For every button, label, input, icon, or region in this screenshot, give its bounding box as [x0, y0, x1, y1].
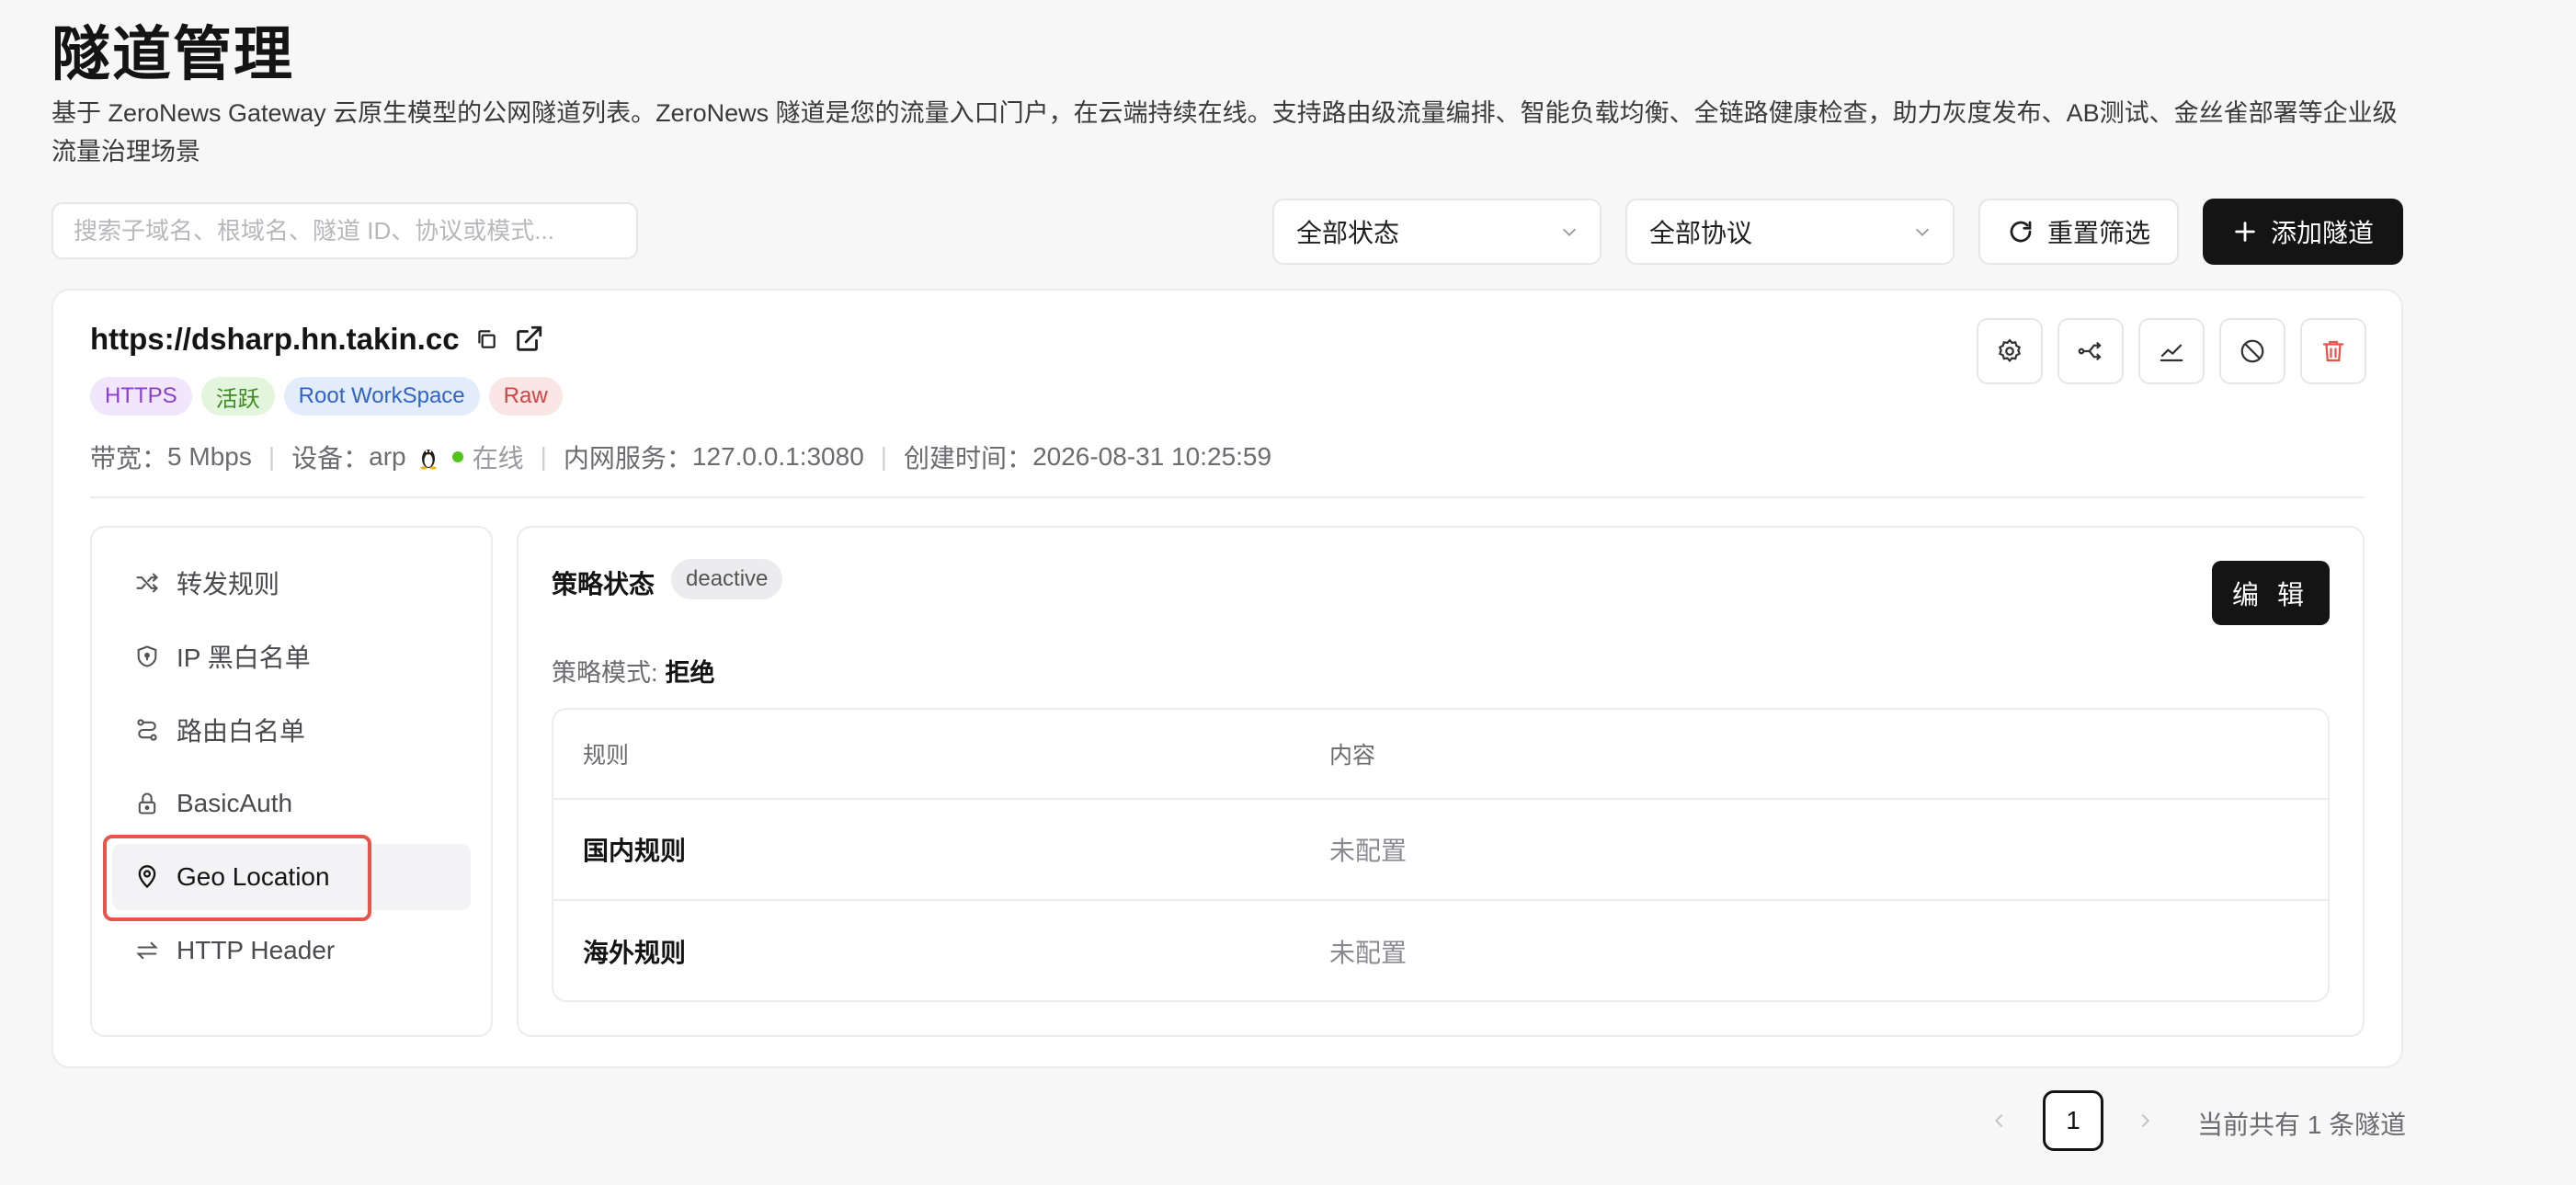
tunnel-url-text: https://dsharp.hn.takin.cc [90, 322, 460, 356]
map-pin-icon [138, 865, 156, 889]
route-button[interactable] [2057, 318, 2124, 384]
chevron-right-icon [2141, 1113, 2150, 1128]
prev-page-button[interactable] [1986, 1102, 2013, 1139]
nav-item-route-whitelist[interactable]: 路由白名单 [112, 697, 471, 763]
rule-name: 海外规则 [583, 939, 687, 967]
chevron-down-icon [1915, 228, 1930, 236]
nav-item-label: HTTP Header [177, 936, 336, 964]
rule-name: 国内规则 [583, 837, 687, 865]
mode-badge: Raw [488, 377, 563, 416]
lock-icon [138, 792, 156, 815]
settings-button[interactable] [1977, 318, 2043, 384]
page-title: 隧道管理 [51, 21, 294, 87]
strategy-status-label: 策略状态 [552, 570, 655, 598]
tunnel-tags: HTTPS 活跃 Root WorkSpace Raw [90, 377, 563, 416]
strategy-mode-value: 拒绝 [665, 659, 715, 687]
strategy-mode-label: 策略模式: [552, 659, 658, 687]
chevron-down-icon [1562, 228, 1577, 236]
nav-item-label: BasicAuth [177, 789, 293, 817]
device-label: 设备： [291, 444, 370, 473]
tunnel-url: https://dsharp.hn.takin.cc [90, 322, 544, 357]
table-header: 规则 内容 [553, 710, 2328, 800]
arrows-icon [136, 941, 158, 960]
plus-icon [2235, 222, 2255, 242]
status-select-value: 全部状态 [1296, 219, 1400, 247]
disable-button[interactable] [2219, 318, 2285, 384]
table-row: 国内规则 未配置 [553, 800, 2328, 901]
online-status-text: 在线 [472, 444, 524, 473]
tunnel-actions [1977, 318, 2366, 384]
online-status-dot [451, 451, 463, 462]
route-icon [137, 719, 157, 741]
route-icon [2078, 342, 2102, 360]
rule-content: 未配置 [1329, 837, 1408, 865]
nav-item-http-header[interactable]: HTTP Header [112, 917, 471, 984]
bandwidth-value: 5 Mbps [167, 442, 252, 471]
tunnel-meta: 带宽： 5 Mbps | 设备： arp 在线 | 内网服务： 127.0.0.… [90, 439, 1271, 475]
nav-item-label: 路由白名单 [177, 717, 306, 746]
geo-rules-table: 规则 内容 国内规则 未配置 海外规则 未配置 [552, 708, 2330, 1002]
shield-icon [137, 645, 157, 667]
delete-icon [2322, 340, 2344, 362]
column-header-rule: 规则 [583, 743, 630, 769]
reset-filter-label: 重置筛选 [2046, 219, 2150, 247]
service-label: 内网服务： [563, 444, 692, 473]
table-row: 海外规则 未配置 [553, 901, 2328, 1000]
shuffle-icon [136, 573, 158, 593]
refresh-icon [2010, 221, 2032, 243]
edit-button[interactable]: 编 辑 [2212, 561, 2330, 625]
metrics-button[interactable] [2138, 318, 2205, 384]
add-tunnel-label: 添加隧道 [2270, 219, 2374, 247]
chevron-left-icon [1994, 1113, 2003, 1128]
nav-item-label: IP 黑白名单 [177, 644, 311, 672]
status-select[interactable]: 全部状态 [1272, 199, 1601, 265]
nav-item-basic-auth[interactable]: BasicAuth [112, 770, 471, 837]
device-value: arp [369, 442, 406, 471]
external-link-icon[interactable] [513, 324, 544, 355]
pagination-total: 当前共有 1 条隧道 [2197, 1111, 2407, 1139]
nav-item-label: Geo Location [177, 862, 330, 891]
search-input[interactable] [51, 202, 638, 259]
created-label: 创建时间： [904, 444, 1033, 473]
page-description: 基于 ZeroNews Gateway 云原生模型的公网隧道列表。ZeroNew… [51, 99, 2398, 165]
bandwidth-label: 带宽： [90, 444, 168, 473]
created-value: 2026-08-31 10:25:59 [1032, 442, 1272, 471]
card-divider [90, 496, 2365, 498]
delete-button[interactable] [2300, 318, 2366, 384]
next-page-button[interactable] [2131, 1102, 2159, 1139]
copy-icon[interactable] [474, 327, 498, 351]
page-number-button[interactable]: 1 [2043, 1090, 2103, 1151]
chart-icon [2160, 344, 2183, 362]
column-header-content: 内容 [1329, 743, 1376, 769]
protocol-badge: HTTPS [90, 377, 192, 416]
settings-icon [1998, 338, 2022, 363]
nav-item-forward-rules[interactable]: 转发规则 [112, 550, 471, 616]
linux-penguin-icon [420, 450, 437, 470]
protocol-select[interactable]: 全部协议 [1625, 199, 1955, 265]
strategy-mode-row: 策略模式: 拒绝 [552, 653, 715, 689]
workspace-badge: Root WorkSpace [283, 377, 480, 416]
protocol-select-value: 全部协议 [1649, 219, 1753, 247]
rule-content: 未配置 [1329, 939, 1408, 967]
strategy-status-badge: deactive [671, 559, 783, 599]
state-badge: 活跃 [200, 377, 275, 416]
disable-icon [2240, 339, 2264, 363]
reset-filter-button[interactable]: 重置筛选 [1978, 199, 2179, 265]
nav-item-geo-location[interactable]: Geo Location [112, 844, 471, 910]
nav-item-ip-list[interactable]: IP 黑白名单 [112, 623, 471, 689]
nav-item-label: 转发规则 [177, 570, 280, 598]
add-tunnel-button[interactable]: 添加隧道 [2203, 199, 2403, 265]
service-value: 127.0.0.1:3080 [691, 442, 864, 471]
